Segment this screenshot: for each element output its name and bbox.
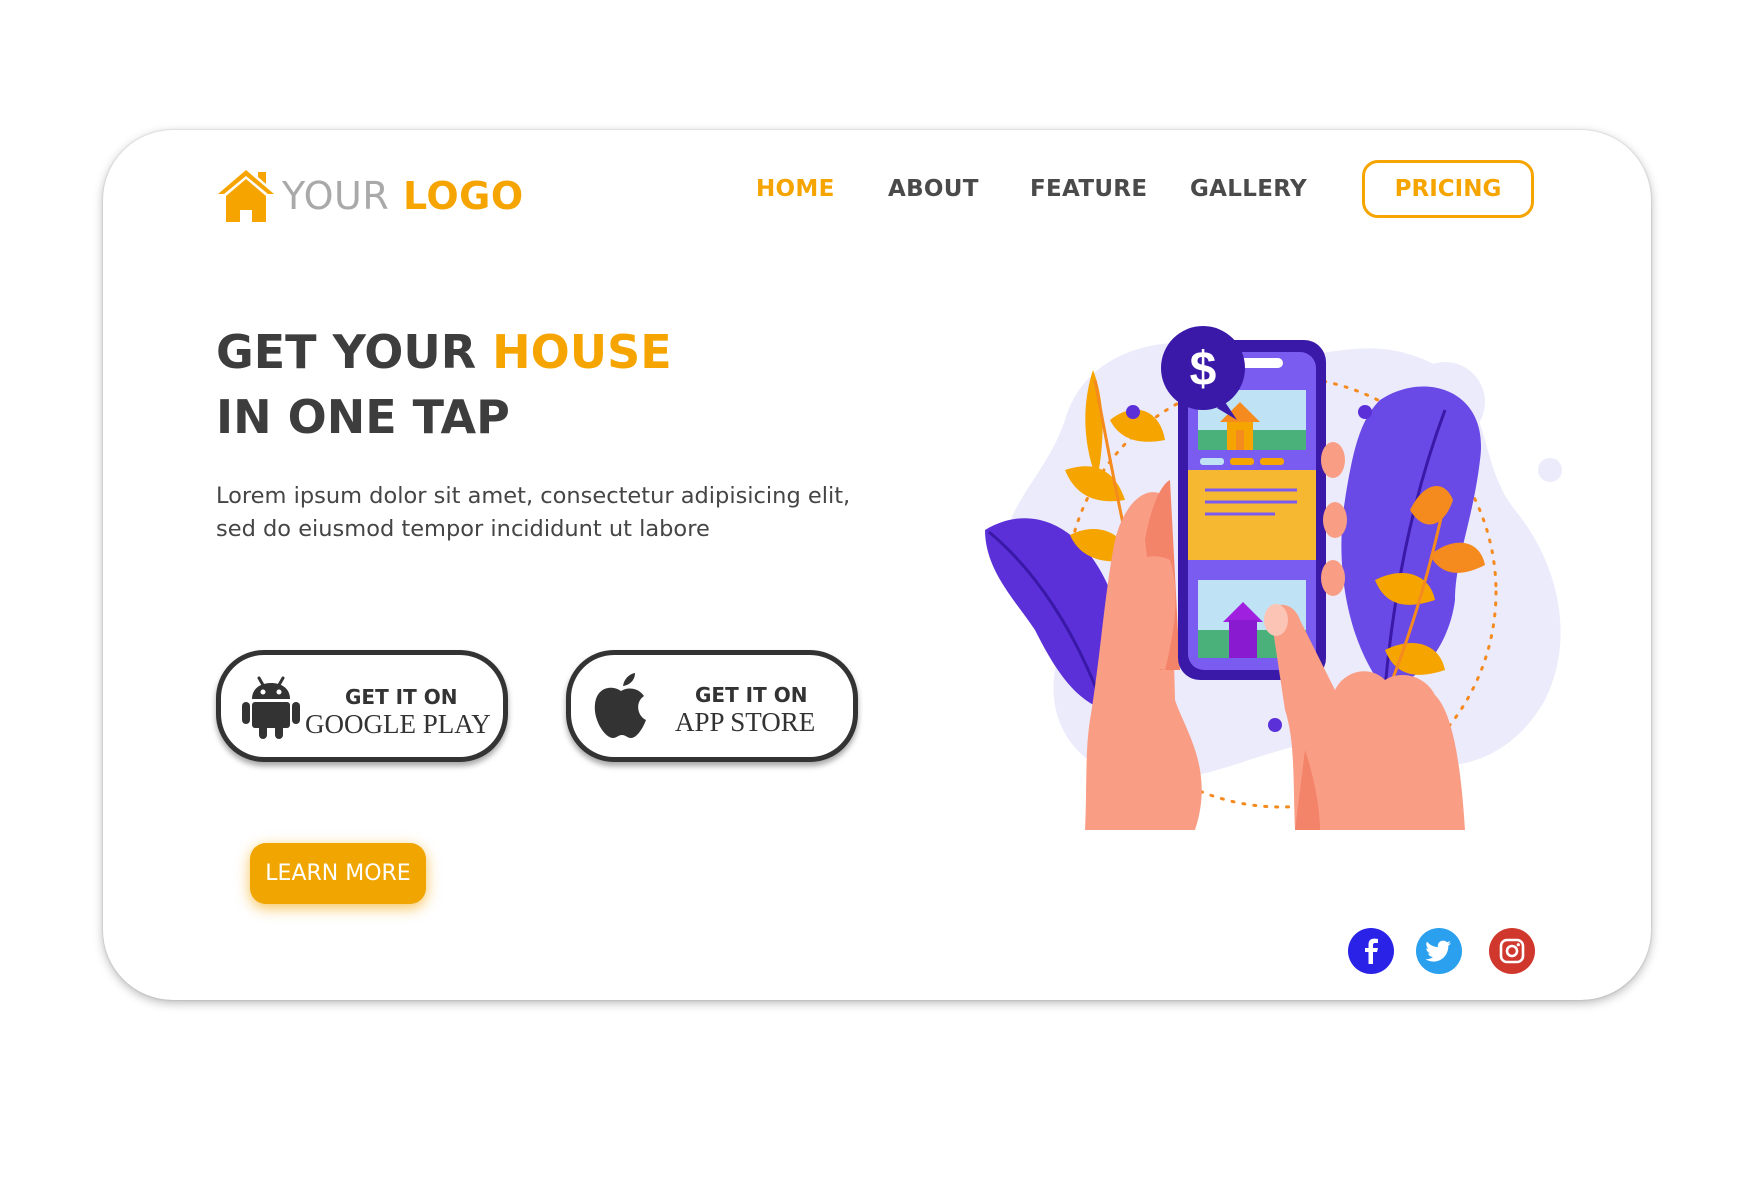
nav-home[interactable]: HOME — [756, 176, 835, 202]
app-store-small-label: GET IT ON — [695, 683, 808, 707]
instagram-icon[interactable] — [1489, 928, 1535, 974]
hero-title-line2: IN ONE TAP — [216, 390, 510, 444]
pricing-button[interactable]: PRICING — [1362, 160, 1534, 218]
apple-icon — [594, 673, 646, 738]
google-play-button[interactable]: GET IT ON GOOGLE PLAY — [216, 650, 508, 762]
house-icon — [218, 170, 274, 222]
hero-title-accent: HOUSE — [492, 325, 672, 379]
google-play-big-label: GOOGLE PLAY — [305, 709, 491, 739]
google-play-small-label: GET IT ON — [345, 685, 458, 709]
hero-title-part1: GET YOUR — [216, 325, 493, 379]
android-icon — [242, 676, 300, 739]
twitter-icon[interactable] — [1416, 928, 1462, 974]
nav-gallery[interactable]: GALLERY — [1190, 176, 1307, 202]
app-store-button[interactable]: GET IT ON APP STORE — [566, 650, 858, 762]
svg-text:$: $ — [1190, 343, 1217, 396]
learn-more-button[interactable]: LEARN MORE — [250, 843, 426, 904]
hero-description-line1: Lorem ipsum dolor sit amet, consectetur … — [216, 483, 851, 509]
facebook-icon[interactable] — [1348, 928, 1394, 974]
hero-illustration: $ — [985, 326, 1562, 830]
logo-text-part2: LOGO — [403, 174, 524, 218]
app-store-big-label: APP STORE — [675, 707, 816, 737]
hero-description-line2: sed do eiusmod tempor incididunt ut labo… — [216, 516, 710, 542]
logo-text-part1: YOUR — [282, 174, 390, 218]
hero-description: Lorem ipsum dolor sit amet, consectetur … — [216, 480, 856, 546]
nav-feature[interactable]: FEATURE — [1030, 176, 1147, 202]
nav-about[interactable]: ABOUT — [888, 176, 979, 202]
hero-title: GET YOUR HOUSE IN ONE TAP — [216, 320, 672, 450]
logo[interactable]: YOUR LOGO — [216, 166, 524, 226]
logo-text: YOUR LOGO — [282, 174, 524, 218]
